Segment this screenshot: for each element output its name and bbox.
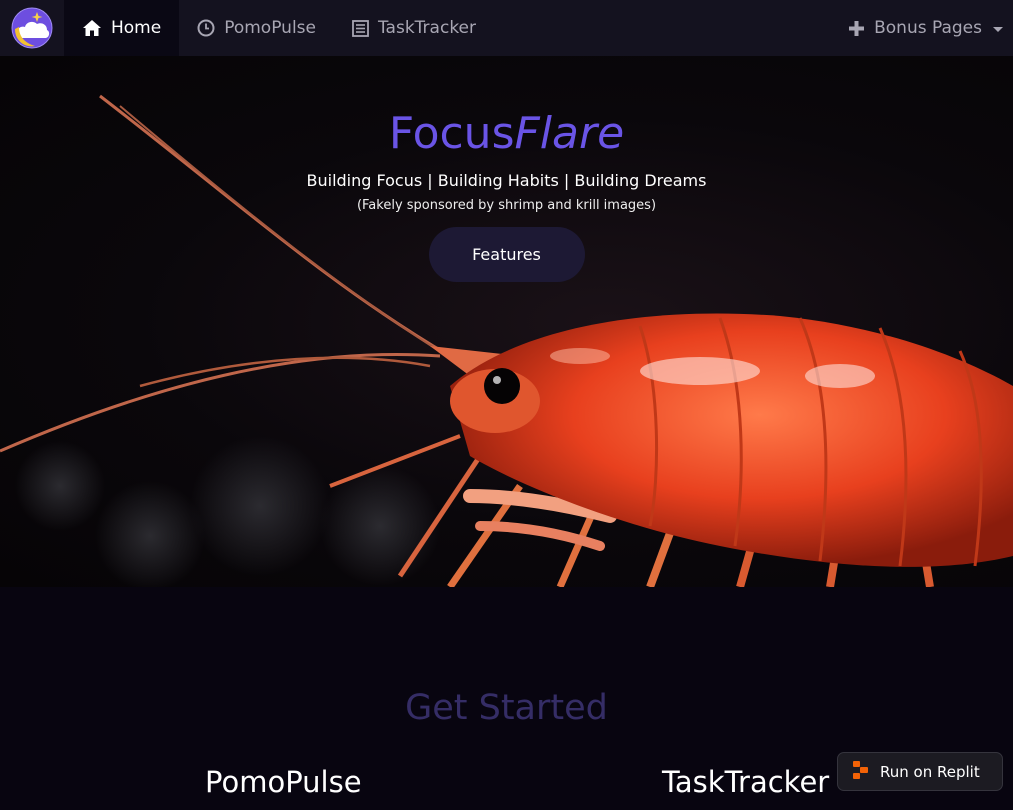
features-button[interactable]: Features bbox=[428, 227, 585, 282]
hero-banner: FocusFlare Building Focus | Building Hab… bbox=[0, 56, 1013, 587]
home-icon bbox=[82, 19, 102, 37]
nav-bonus-dropdown[interactable]: Bonus Pages bbox=[830, 0, 1013, 56]
list-icon bbox=[352, 19, 369, 37]
nav-tasktracker-label: TaskTracker bbox=[377, 18, 476, 38]
hero-content: FocusFlare Building Focus | Building Hab… bbox=[0, 56, 1013, 282]
card-title-pomopulse: PomoPulse bbox=[205, 765, 362, 799]
nav-pomopulse-label: PomoPulse bbox=[224, 18, 316, 38]
replit-icon bbox=[852, 760, 870, 784]
brand-title: FocusFlare bbox=[0, 106, 1013, 162]
clock-icon bbox=[197, 19, 215, 37]
nav-pomopulse[interactable]: PomoPulse bbox=[179, 0, 334, 56]
run-on-replit-button[interactable]: Run on Replit bbox=[837, 752, 1003, 791]
hero-tagline: Building Focus | Building Habits | Build… bbox=[306, 171, 707, 190]
nav-home-label: Home bbox=[111, 18, 162, 38]
run-on-replit-label: Run on Replit bbox=[880, 762, 980, 781]
nav-home[interactable]: Home bbox=[64, 0, 180, 56]
navbar: Home PomoPulse TaskTracker Bonus Pages bbox=[0, 0, 1013, 56]
nav-tasktracker[interactable]: TaskTracker bbox=[334, 0, 494, 56]
hero-sponsor-note: (Fakely sponsored by shrimp and krill im… bbox=[356, 198, 657, 213]
chevron-down-icon bbox=[993, 26, 1003, 32]
brand-main: Focus bbox=[388, 108, 515, 159]
plus-icon bbox=[848, 20, 865, 37]
nav-bonus-label: Bonus Pages bbox=[874, 18, 982, 38]
card-title-tasktracker: TaskTracker bbox=[662, 765, 830, 799]
brand-italic: Flare bbox=[514, 108, 625, 159]
get-started-title: Get Started bbox=[405, 688, 608, 728]
logo-icon[interactable] bbox=[0, 0, 64, 56]
